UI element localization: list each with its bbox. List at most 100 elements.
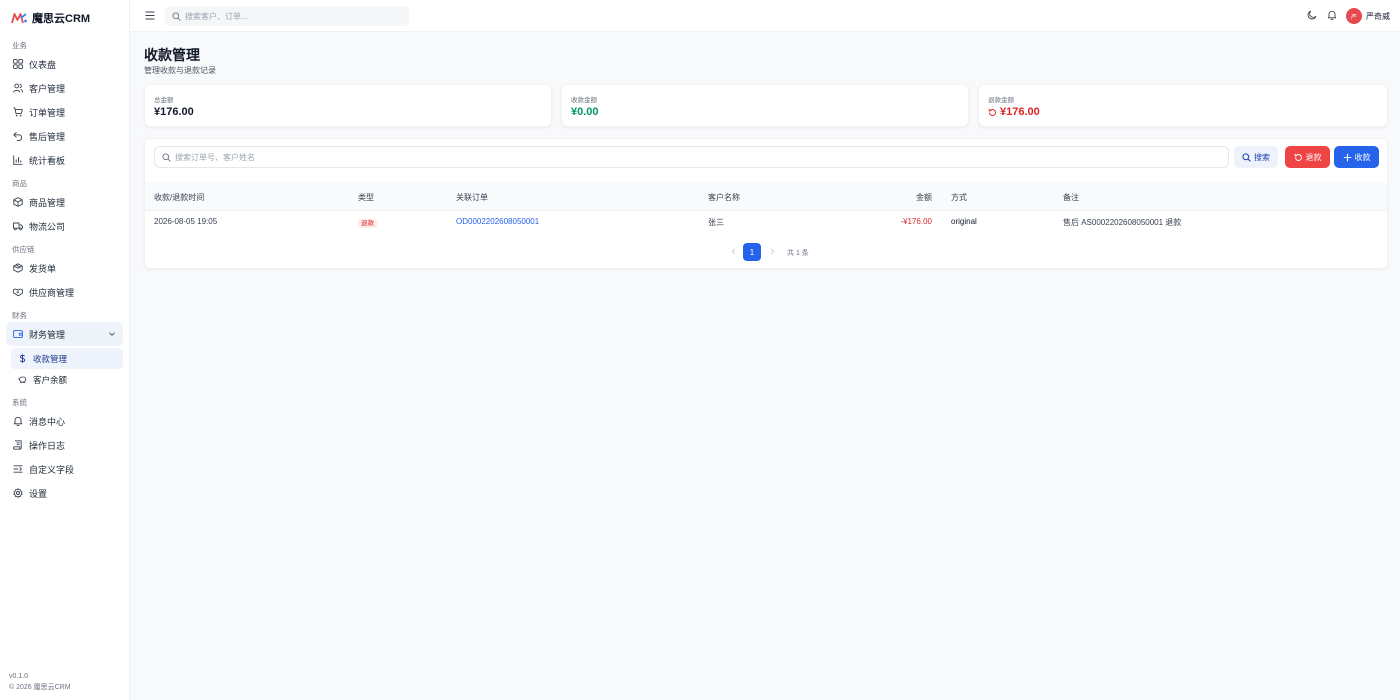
avatar[interactable]: 严 bbox=[1346, 8, 1362, 24]
stat-card-collected: 收款金额 ¥0.00 bbox=[561, 84, 969, 127]
stat-value-row: ¥176.00 bbox=[988, 106, 1040, 118]
cell-time: 2026-08-05 19:05 bbox=[154, 217, 218, 226]
page-number-current[interactable]: 1 bbox=[743, 243, 761, 261]
records-search-input[interactable] bbox=[175, 152, 1175, 162]
users-icon bbox=[13, 83, 23, 93]
truck-icon bbox=[13, 222, 23, 231]
sidebar-item-settings[interactable]: 设置 bbox=[0, 481, 129, 505]
column-header[interactable]: 客户名称 bbox=[708, 192, 740, 203]
refund-icon bbox=[1294, 153, 1302, 161]
notification-bell-icon[interactable] bbox=[1327, 10, 1337, 20]
sidebar-item-customers[interactable]: 客户管理 bbox=[0, 76, 129, 100]
global-search-input[interactable] bbox=[185, 11, 385, 21]
column-header[interactable]: 类型 bbox=[358, 192, 374, 203]
stat-value: ¥176.00 bbox=[1000, 106, 1040, 118]
search-icon bbox=[1242, 152, 1251, 162]
search-icon bbox=[162, 152, 171, 162]
stat-card-total: 总金额 ¥176.00 bbox=[144, 84, 552, 127]
column-header[interactable]: 收款/退款时间 bbox=[154, 192, 204, 203]
column-header[interactable]: 方式 bbox=[951, 192, 967, 203]
sidebar-item-statistics[interactable]: 统计看板 bbox=[0, 148, 129, 172]
sidebar-item-suppliers[interactable]: 供应商管理 bbox=[0, 280, 129, 304]
sidebar-subitem-payments[interactable]: 收款管理 bbox=[11, 348, 123, 369]
records-search[interactable] bbox=[154, 146, 1229, 168]
search-button[interactable]: 搜索 bbox=[1234, 146, 1278, 168]
search-icon bbox=[172, 11, 181, 21]
column-header[interactable]: 备注 bbox=[1063, 192, 1079, 203]
user-name[interactable]: 严奇威 bbox=[1366, 11, 1390, 22]
pagination-total: 共 1 条 bbox=[787, 250, 809, 257]
table-header: 收款/退款时间 类型 关联订单 客户名称 金额 方式 备注 bbox=[145, 182, 1387, 211]
next-page-icon[interactable] bbox=[769, 248, 776, 255]
stat-label: 收款金额 bbox=[571, 97, 597, 104]
sidebar-item-label: 设置 bbox=[29, 488, 48, 499]
column-header[interactable]: 关联订单 bbox=[456, 192, 488, 203]
nav-group-title-finance: 财务 bbox=[12, 311, 27, 320]
sidebar-item-orders[interactable]: 订单管理 bbox=[0, 100, 129, 124]
stat-value: ¥0.00 bbox=[571, 106, 599, 118]
dark-mode-icon[interactable] bbox=[1307, 10, 1317, 20]
wallet-icon bbox=[13, 330, 23, 339]
sidebar-item-dashboard[interactable]: 仪表盘 bbox=[0, 52, 129, 76]
column-header[interactable]: 金额 bbox=[916, 192, 932, 203]
cell-method: original bbox=[951, 217, 977, 226]
sidebar-item-logistics[interactable]: 物流公司 bbox=[0, 214, 129, 238]
refund-icon bbox=[988, 108, 996, 116]
nav-group-title-products: 商品 bbox=[12, 179, 27, 188]
sidebar-subitem-customer-balance[interactable]: 客户余额 bbox=[11, 369, 123, 390]
sidebar-item-operation-log[interactable]: 操作日志 bbox=[0, 433, 129, 457]
bar-chart-icon bbox=[13, 155, 23, 165]
sidebar-subitem-label: 收款管理 bbox=[33, 353, 68, 364]
app-version: v0.1.0 bbox=[9, 673, 29, 680]
records-panel: 搜索 退款 收款 收款/退款时间 类型 关联订单 客户名称 金额 方式 备注 2… bbox=[144, 138, 1388, 269]
search-button-label: 搜索 bbox=[1254, 152, 1270, 162]
box-icon bbox=[13, 263, 23, 273]
cell-note: 售后 AS0002202608050001 退款 bbox=[1063, 218, 1182, 227]
sidebar-item-label: 物流公司 bbox=[29, 221, 66, 232]
type-badge: 退款 bbox=[358, 219, 377, 228]
stat-card-refunded: 退款金额 ¥176.00 bbox=[978, 84, 1388, 127]
sidebar-item-shipments[interactable]: 发货单 bbox=[0, 256, 129, 280]
stat-label: 总金额 bbox=[154, 97, 174, 104]
sidebar-footer: v0.1.0 © 2026 魔思云CRM bbox=[9, 671, 71, 693]
sidebar-item-custom-fields[interactable]: 自定义字段 bbox=[0, 457, 129, 481]
sidebar-item-label: 消息中心 bbox=[29, 416, 66, 427]
sidebar-item-after-sales[interactable]: 售后管理 bbox=[0, 124, 129, 148]
order-link[interactable]: OD0002202608050001 bbox=[456, 217, 539, 226]
page-title: 收款管理 bbox=[144, 47, 200, 63]
sidebar-item-label: 发货单 bbox=[29, 263, 57, 274]
prev-page-icon[interactable] bbox=[730, 248, 737, 255]
sidebar-item-label: 统计看板 bbox=[29, 155, 66, 166]
sidebar-item-label: 仪表盘 bbox=[29, 59, 57, 70]
plus-icon bbox=[1343, 153, 1351, 161]
collect-button[interactable]: 收款 bbox=[1334, 146, 1379, 168]
chevron-down-icon[interactable] bbox=[108, 330, 116, 338]
sidebar-item-label: 自定义字段 bbox=[29, 464, 75, 475]
menu-icon[interactable] bbox=[145, 11, 155, 20]
sidebar-item-finance[interactable]: 财务管理 bbox=[6, 322, 123, 346]
bell-icon bbox=[13, 416, 23, 426]
brand[interactable]: 魔思云CRM bbox=[0, 1, 129, 35]
sidebar-item-label: 商品管理 bbox=[29, 197, 66, 208]
dollar-icon bbox=[19, 354, 26, 363]
piggy-bank-icon bbox=[18, 376, 27, 383]
stat-label: 退款金额 bbox=[988, 97, 1014, 104]
sidebar-item-label: 财务管理 bbox=[29, 329, 66, 340]
sidebar-item-products[interactable]: 商品管理 bbox=[0, 190, 129, 214]
global-search[interactable] bbox=[165, 6, 409, 26]
nav-group-title-business: 业务 bbox=[12, 41, 27, 50]
top-header: 严 严奇威 bbox=[130, 0, 1400, 32]
collect-button-label: 收款 bbox=[1354, 152, 1371, 162]
refund-button[interactable]: 退款 bbox=[1285, 146, 1330, 168]
sidebar-item-label: 供应商管理 bbox=[29, 287, 75, 298]
stat-value: ¥176.00 bbox=[154, 106, 194, 118]
page-subtitle: 管理收款与退款记录 bbox=[144, 66, 216, 75]
scroll-icon bbox=[13, 440, 22, 450]
cart-icon bbox=[13, 107, 23, 117]
sidebar-item-label: 售后管理 bbox=[29, 131, 66, 142]
dashboard-icon bbox=[13, 59, 23, 69]
sidebar-item-messages[interactable]: 消息中心 bbox=[0, 409, 129, 433]
brand-name: 魔思云CRM bbox=[32, 13, 91, 25]
gear-icon bbox=[13, 488, 23, 498]
table-row[interactable]: 2026-08-05 19:05 退款 OD0002202608050001 张… bbox=[145, 211, 1387, 235]
